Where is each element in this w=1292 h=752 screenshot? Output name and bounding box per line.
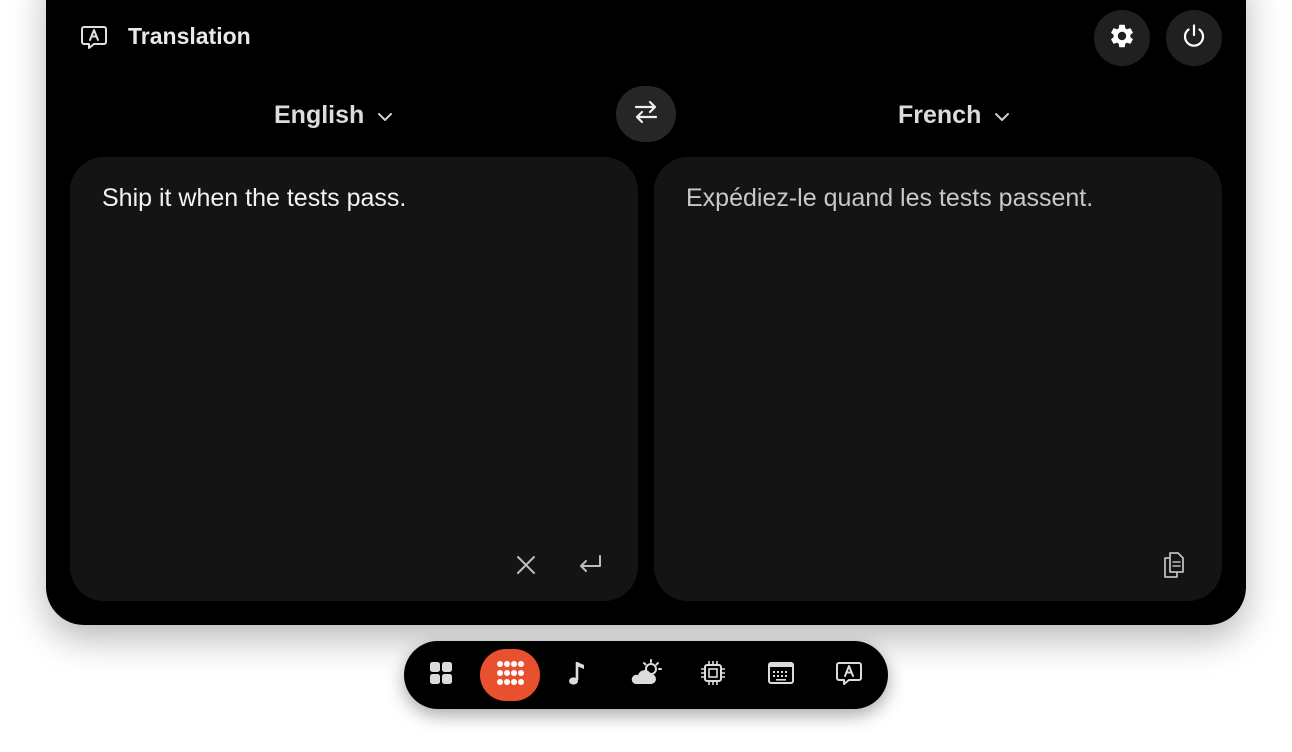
dock-item-cpu[interactable]	[684, 649, 742, 701]
weather-icon	[627, 658, 663, 692]
translate-submit-button[interactable]	[575, 552, 605, 582]
chevron-down-icon	[993, 100, 1011, 130]
translated-text-area: Expédiez-le quand les tests passent.	[654, 157, 1222, 601]
copy-icon	[1161, 550, 1187, 585]
gear-icon	[1108, 22, 1136, 55]
return-icon	[576, 553, 604, 582]
settings-button[interactable]	[1094, 10, 1150, 66]
app-title: Translation	[128, 23, 251, 49]
close-icon	[514, 553, 538, 582]
widgets-grid-icon	[428, 660, 454, 691]
dock-item-apps[interactable]	[480, 649, 540, 701]
dock-bar	[404, 641, 888, 709]
translate-bubble-icon	[835, 659, 863, 692]
source-text[interactable]: Ship it when the tests pass.	[102, 183, 606, 213]
source-language-label: English	[274, 101, 365, 129]
copy-button[interactable]	[1159, 550, 1189, 585]
keyboard-icon	[767, 660, 795, 691]
music-note-icon	[566, 659, 588, 692]
clear-button[interactable]	[511, 552, 541, 582]
apps-grid-icon	[496, 659, 524, 692]
target-language-label: French	[898, 101, 982, 129]
source-text-area[interactable]: Ship it when the tests pass.	[70, 157, 638, 601]
power-icon	[1179, 21, 1209, 56]
dock-item-weather[interactable]	[616, 649, 674, 701]
source-language-select[interactable]: English	[274, 100, 394, 130]
power-button[interactable]	[1166, 10, 1222, 66]
cpu-icon	[699, 659, 727, 692]
dock-item-widgets[interactable]	[412, 649, 470, 701]
translate-bubble-icon	[80, 23, 108, 51]
swap-languages-button[interactable]	[616, 86, 676, 142]
swap-arrows-icon	[631, 97, 661, 132]
dock-item-translation[interactable]	[820, 649, 878, 701]
dock-item-keyboard[interactable]	[752, 649, 810, 701]
translated-text: Expédiez-le quand les tests passent.	[686, 184, 1094, 212]
chevron-down-icon	[376, 100, 394, 130]
dock-item-music[interactable]	[548, 649, 606, 701]
target-language-select[interactable]: French	[898, 100, 1011, 130]
